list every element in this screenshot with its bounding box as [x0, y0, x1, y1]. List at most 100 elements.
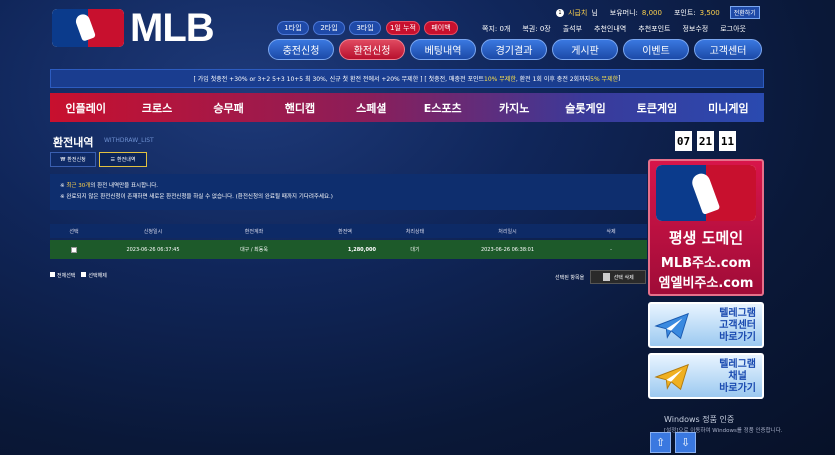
menu-referral-points[interactable]: 추천포인트: [638, 24, 670, 34]
th-date: 신청일시: [143, 228, 163, 235]
tg-support-line-1: 텔레그램: [719, 308, 756, 319]
telegram-channel-banner[interactable]: 텔레그램 채널 바로가기: [648, 353, 764, 399]
money-icon: ₩: [60, 156, 66, 163]
cat-inplay[interactable]: 인플레이: [50, 93, 121, 122]
select-all-option[interactable]: 전체선택: [50, 272, 75, 279]
mlb-logo[interactable]: MLB: [52, 5, 224, 50]
row-select-cell: [50, 240, 98, 259]
mlb-logo-icon: [52, 9, 124, 47]
menu-attendance[interactable]: 출석부: [563, 24, 582, 34]
withdraw-button[interactable]: 환전신청: [339, 39, 405, 60]
money-value: 8,000: [641, 8, 662, 17]
withdraw-history-button[interactable]: ☰ 환전내역: [99, 152, 147, 167]
banner-domain-2: 엠엘비주소.com: [658, 276, 754, 291]
withdraw-request-button[interactable]: ₩ 환전신청: [50, 152, 96, 167]
logo-text: MLB: [130, 5, 215, 50]
row-status: 대기: [410, 247, 420, 253]
cat-cross[interactable]: 크로스: [121, 93, 192, 122]
menu-message[interactable]: 쪽지: 0개: [482, 24, 510, 34]
cat-handicap[interactable]: 핸디캡: [264, 93, 335, 122]
table-row: 2023-06-26 06:37:45 대구 / 최동욱 1,280,000 대…: [50, 240, 647, 259]
th-select: 선택: [69, 228, 79, 235]
clock-seconds: 11: [719, 131, 736, 151]
board-button[interactable]: 게시판: [552, 39, 618, 60]
tg-support-line-2: 고객센터: [719, 320, 756, 331]
clock-minutes: 21: [697, 131, 714, 151]
th-status: 처리상태: [405, 228, 425, 235]
menu-lottery[interactable]: 복권: 0장: [522, 24, 550, 34]
page-title: 환전내역: [53, 136, 94, 149]
tg-support-line-3: 바로가기: [719, 332, 756, 343]
convert-button[interactable]: 전환하기: [729, 6, 760, 19]
deposit-button[interactable]: 충전신청: [268, 39, 334, 60]
mlb-banner-logo-icon: [656, 165, 756, 221]
cat-slot[interactable]: 슬롯게임: [550, 93, 621, 122]
trash-icon: [602, 273, 610, 281]
menu-referrals[interactable]: 추천인내역: [594, 24, 626, 34]
info-line-1: ※ 최근 30개의 환전 내역만을 표시합니다.: [60, 181, 637, 192]
domain-banner[interactable]: 평생 도메인 MLB주소.com 엠엘비주소.com: [648, 159, 764, 296]
telegram-icon: [654, 312, 689, 340]
bet-history-button[interactable]: 베팅내역: [410, 39, 476, 60]
cat-mini[interactable]: 미니게임: [693, 93, 764, 122]
tab-daily[interactable]: 1일 누적: [386, 21, 420, 35]
menu-profile[interactable]: 정보수정: [682, 24, 708, 34]
user-name: 시급치: [568, 8, 588, 17]
withdraw-request-label: 환전신청: [67, 157, 86, 163]
banner-domain-title: 평생 도메인: [668, 229, 744, 247]
tg-channel-line-2: 채널: [728, 371, 747, 382]
info-box: ※ 최근 30개의 환전 내역만을 표시합니다. ※ 완료되지 않은 환전신청이…: [50, 174, 647, 210]
select-all-label: 전체선택: [57, 273, 76, 279]
deselect-option[interactable]: 선택해제: [81, 272, 107, 279]
deselect-checkbox[interactable]: [81, 272, 87, 277]
cat-winlose[interactable]: 승무패: [193, 93, 264, 122]
scroll-up-icon[interactable]: ⇧: [650, 432, 671, 453]
results-button[interactable]: 경기결과: [481, 39, 547, 60]
event-button[interactable]: 이벤트: [623, 39, 689, 60]
scroll-down-icon[interactable]: ⇩: [675, 432, 696, 453]
withdraw-history-label: 환전내역: [117, 157, 136, 163]
delete-selected-button[interactable]: 선택 삭제: [590, 270, 647, 284]
tg-channel-line-1: 텔레그램: [719, 359, 756, 370]
row-delete: -: [610, 246, 612, 253]
clock-hours: 07: [675, 131, 692, 151]
telegram-channel-text: 텔레그램 채널 바로가기: [719, 359, 756, 395]
notice-highlight-2: 5% 무제한: [590, 76, 619, 83]
info-rest: 의 환전 내역만을 표시합니다.: [90, 183, 159, 189]
point-label: 포인트:: [673, 8, 696, 17]
menu-logout[interactable]: 로그아웃: [720, 24, 746, 34]
tab-payback[interactable]: 페이백: [424, 21, 458, 35]
row-amount: 1,280,000: [347, 246, 376, 253]
info-highlight: 최근 30개: [66, 183, 91, 189]
select-options: 전체선택 선택해제: [50, 272, 107, 279]
cat-special[interactable]: 스페셜: [336, 93, 407, 122]
point-value: 3,500: [699, 8, 720, 17]
list-icon: ☰: [110, 156, 116, 163]
cat-esports[interactable]: E스포츠: [407, 93, 478, 122]
tab-type3[interactable]: 3타입: [349, 21, 381, 35]
support-button[interactable]: 고객센터: [694, 39, 762, 60]
table-header: 선택 신청일시 환전계좌 환전액 처리상태 처리일시 삭제: [50, 224, 647, 238]
tab-type2[interactable]: 2타입: [313, 21, 345, 35]
notice-bar: [ 가입 첫충전 +30% or 3+2 5+3 10+5 최 30%, 신규 …: [50, 69, 764, 88]
th-account: 환전계좌: [244, 228, 264, 235]
row-checkbox[interactable]: [71, 246, 77, 253]
banner-domain-1: MLB주소.com: [660, 256, 752, 271]
user-suffix: 님: [591, 8, 598, 17]
cat-token[interactable]: 토큰게임: [621, 93, 692, 122]
paper-plane-icon: [654, 363, 689, 391]
info-line-2: ※ 완료되지 않은 환전신청이 존재하면 새로운 환전신청을 하실 수 없습니다…: [60, 194, 333, 200]
select-all-checkbox[interactable]: [50, 272, 55, 277]
deselect-label: 선택해제: [88, 273, 107, 279]
cat-casino[interactable]: 카지노: [478, 93, 549, 122]
tg-channel-line-3: 바로가기: [719, 383, 756, 394]
user-level-icon: 1: [556, 8, 564, 17]
row-date: 2023-06-26 06:37:45: [126, 246, 180, 253]
notice-text-2: , 환전 1회 이후 충전 2회까지: [515, 76, 591, 83]
row-account: 대구 / 최동욱: [240, 247, 268, 253]
tab-type1[interactable]: 1타입: [277, 21, 309, 35]
delete-selected-label: 선택 삭제: [613, 274, 634, 281]
telegram-support-banner[interactable]: 텔레그램 고객센터 바로가기: [648, 302, 764, 348]
th-delete: 삭제: [606, 228, 616, 235]
top-menu: 쪽지: 0개 복권: 0장 출석부 추천인내역 추천포인트 정보수정 로그아웃: [482, 24, 746, 34]
